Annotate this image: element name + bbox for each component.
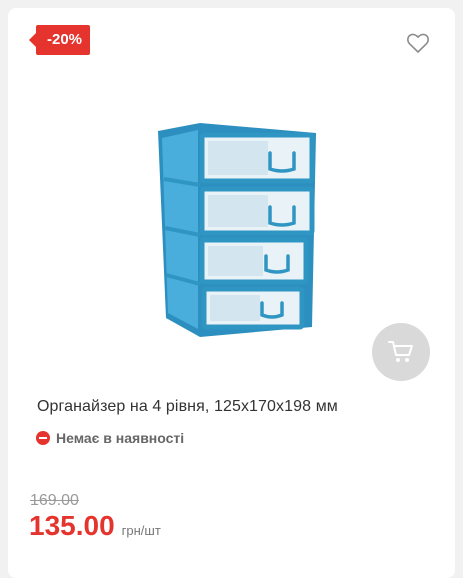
product-title[interactable]: Органайзер на 4 рівня, 125х170х198 мм [37, 398, 437, 416]
stock-status: Немає в наявності [36, 430, 184, 446]
product-image[interactable] [148, 113, 328, 353]
discount-badge: -20% [28, 25, 91, 55]
minus-circle-icon [36, 431, 50, 445]
current-price: 135.00 [29, 510, 115, 541]
product-card[interactable]: -20% Органайзер на 4 рівня, 125х170х198 … [8, 8, 455, 578]
add-to-cart-button[interactable] [372, 323, 430, 381]
heart-icon [407, 33, 429, 53]
price-row: 135.00 грн/шт [29, 510, 161, 542]
old-price: 169.00 [30, 492, 79, 509]
cart-icon [388, 341, 413, 362]
wishlist-button[interactable] [406, 32, 430, 54]
stock-status-text: Немає в наявності [56, 430, 185, 446]
organizer-image [158, 123, 316, 337]
price-unit: грн/шт [121, 523, 161, 538]
